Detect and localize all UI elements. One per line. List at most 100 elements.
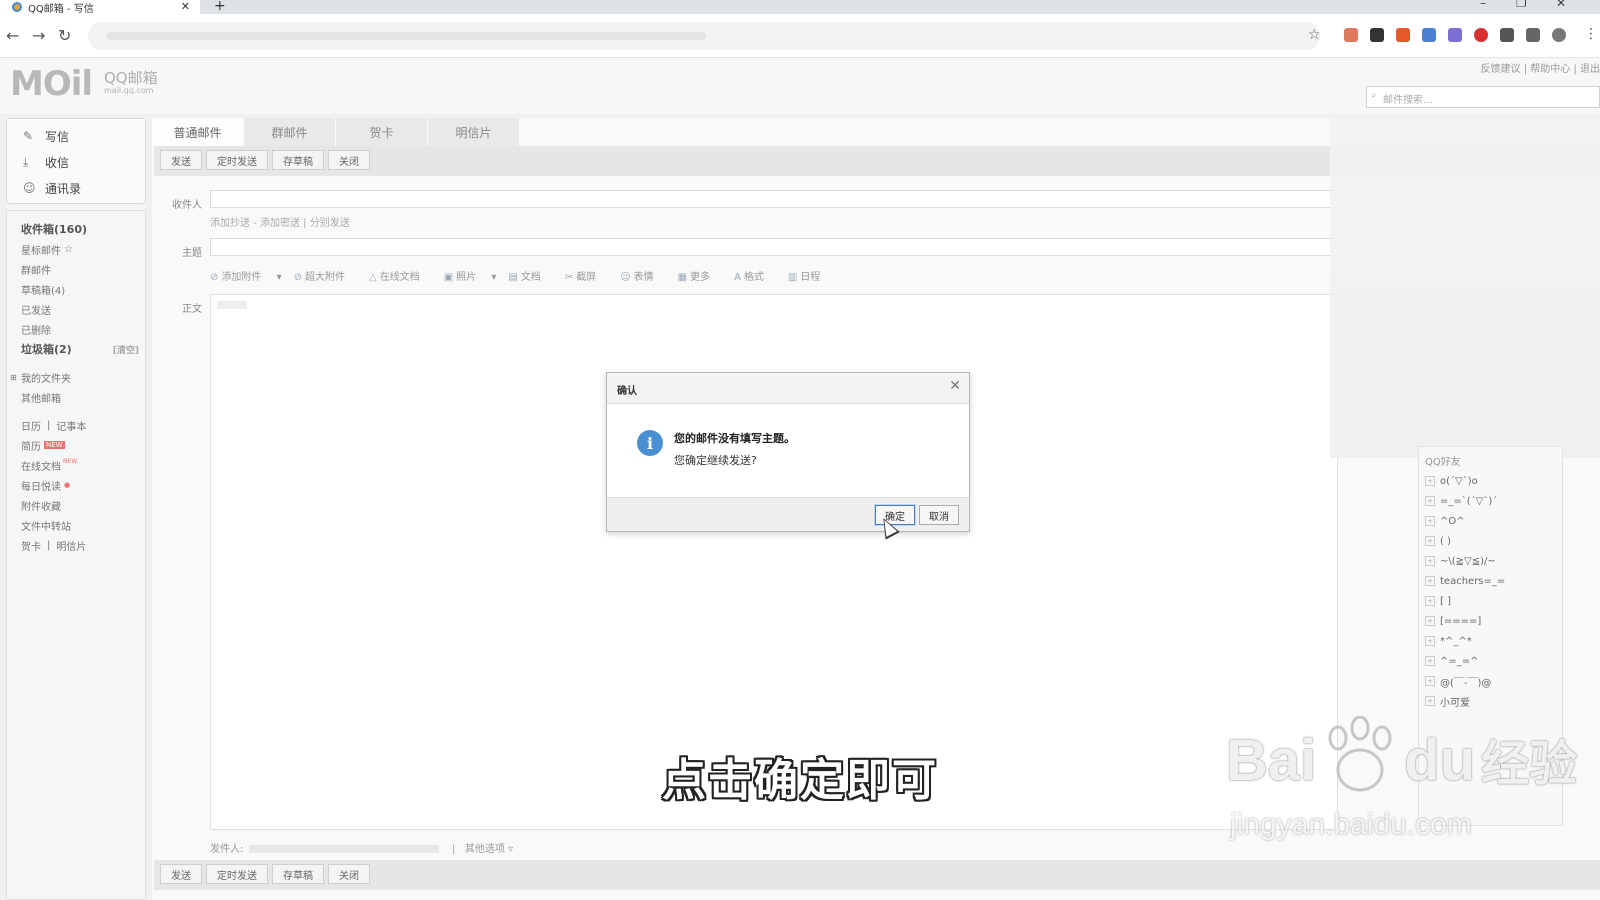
contacts-label: 通讯录: [45, 181, 82, 196]
profile-avatar-icon[interactable]: [1552, 28, 1566, 42]
folder-group[interactable]: 群邮件: [7, 259, 145, 279]
calendar-icon: ▥: [787, 272, 798, 283]
receive-link[interactable]: ⤓ 收信: [7, 149, 145, 175]
large-attachment-button[interactable]: ⊘ 超大附件: [294, 268, 357, 283]
dialog-close-icon[interactable]: ✕: [949, 378, 961, 394]
confirm-cancel-button[interactable]: 取消: [919, 505, 959, 525]
other-options-link[interactable]: | 其他选项 ▿: [452, 840, 513, 855]
format-button[interactable]: A 格式: [734, 268, 776, 283]
browser-menu-icon[interactable]: ⋮: [1584, 26, 1598, 42]
tab-postcard[interactable]: 明信片: [428, 118, 520, 146]
friend-group[interactable]: + 小可爱: [1419, 691, 1562, 711]
top-links[interactable]: 反馈建议 | 帮助中心 | 退出: [1481, 60, 1600, 75]
scheduled-send-button[interactable]: 定时发送: [206, 864, 268, 884]
attachments-link[interactable]: 附件收藏: [7, 495, 145, 515]
document-button[interactable]: ▤ 文档: [508, 268, 552, 283]
emoji-button[interactable]: ☺ 表情: [620, 268, 665, 283]
online-doc-button[interactable]: △ 在线文档: [369, 268, 432, 283]
tab-card[interactable]: 贺卡: [336, 118, 428, 146]
paperclip-icon: ⊘: [210, 272, 219, 283]
schedule-button[interactable]: ▥ 日程: [788, 268, 832, 283]
window-close-button[interactable]: ✕: [1556, 0, 1566, 10]
folder-other-mail[interactable]: 其他邮箱: [7, 387, 145, 407]
tab-close-icon[interactable]: ✕: [181, 0, 190, 13]
friend-group[interactable]: + ^=_=^: [1419, 651, 1562, 671]
expand-icon: +: [1425, 496, 1435, 506]
qqmail-logo[interactable]: MOil: [10, 64, 93, 104]
folder-inbox[interactable]: 收件箱(160): [7, 219, 145, 239]
puzzle-extensions-icon[interactable]: [1500, 28, 1514, 42]
friend-group[interactable]: + [====]: [1419, 611, 1562, 631]
dialog-title-bar: 确认 ✕: [607, 373, 969, 404]
friend-group-label: 小可爱: [1440, 697, 1470, 709]
window-minimize-button[interactable]: –: [1480, 0, 1486, 10]
extension-icon[interactable]: [1448, 28, 1462, 42]
to-field[interactable]: [210, 190, 1338, 208]
mail-search-input[interactable]: ⌕ 邮件搜索...: [1366, 86, 1600, 108]
save-draft-button[interactable]: 存草稿: [272, 864, 324, 884]
friend-group[interactable]: + o(ˊ▽ˋ)o: [1419, 471, 1562, 491]
watermark-du: du: [1404, 728, 1476, 793]
resume-link[interactable]: 简历 NEW: [7, 435, 145, 455]
folder-starred[interactable]: 星标邮件 ☆: [7, 239, 145, 259]
bookmark-star-icon[interactable]: ☆: [1308, 27, 1321, 43]
tab-normal-mail[interactable]: 普通邮件: [152, 118, 244, 146]
friend-group[interactable]: + ~\(≧▽≦)/~: [1419, 551, 1562, 571]
sender-address-blurred[interactable]: [249, 845, 440, 853]
dialog-body: i 您的邮件没有填写主题。 您确定继续发送?: [607, 404, 969, 497]
font-icon: A: [734, 272, 741, 283]
friend-group[interactable]: + [ ]: [1419, 591, 1562, 611]
reload-button[interactable]: ↻: [58, 26, 71, 45]
close-button[interactable]: 关闭: [328, 864, 370, 884]
folder-drafts[interactable]: 草稿箱(4): [7, 279, 145, 299]
send-button[interactable]: 发送: [160, 150, 202, 170]
calendar-link[interactable]: 日历: [21, 418, 41, 433]
add-attachment-button[interactable]: ⊘ 添加附件 ▾: [210, 268, 282, 283]
friend-group[interactable]: + ^O^: [1419, 511, 1562, 531]
extension-icon[interactable]: [1344, 28, 1358, 42]
send-button[interactable]: 发送: [160, 864, 202, 884]
extension-icon[interactable]: [1370, 28, 1384, 42]
friend-group[interactable]: + =_=ˋ(ˊ▽ˋ)ˊ: [1419, 491, 1562, 511]
confirm-dialog: 确认 ✕ i 您的邮件没有填写主题。 您确定继续发送? 确定 取消: [606, 372, 970, 532]
window-maximize-button[interactable]: ❐: [1516, 0, 1527, 10]
browser-tab[interactable]: QQ邮箱 - 写信 ✕: [0, 0, 200, 15]
friend-group[interactable]: + teachers=_=: [1419, 571, 1562, 591]
close-button[interactable]: 关闭: [328, 150, 370, 170]
screenshot-button[interactable]: ✂ 截屏: [565, 268, 608, 283]
card-link[interactable]: 贺卡: [21, 538, 41, 553]
contacts-link[interactable]: ☺ 通讯录: [7, 175, 145, 201]
drive-icon: △: [368, 272, 377, 283]
compose-link[interactable]: ✎ 写信: [7, 123, 145, 149]
new-tab-button[interactable]: +: [214, 0, 226, 14]
online-docs-link[interactable]: 在线文档 NEW: [7, 455, 145, 475]
friend-group-label: o(ˊ▽ˋ)o: [1440, 475, 1478, 487]
cc-links[interactable]: 添加抄送 - 添加密送 | 分别发送: [210, 214, 350, 229]
notebook-link[interactable]: 记事本: [56, 418, 86, 433]
postcard-link[interactable]: 明信片: [56, 538, 86, 553]
save-draft-button[interactable]: 存草稿: [272, 150, 324, 170]
friend-group[interactable]: + *^_^*: [1419, 631, 1562, 651]
forward-button[interactable]: →: [32, 26, 45, 45]
file-transfer-link[interactable]: 文件中转站: [7, 515, 145, 535]
reading-list-icon[interactable]: [1526, 28, 1540, 42]
more-button[interactable]: ▦ 更多: [678, 268, 722, 283]
clear-junk-link[interactable]: [清空]: [113, 343, 139, 356]
folder-sent[interactable]: 已发送: [7, 299, 145, 319]
address-bar[interactable]: [88, 22, 1320, 50]
tab-group-mail[interactable]: 群邮件: [244, 118, 336, 146]
subject-field[interactable]: [210, 238, 1338, 256]
office-extension-icon[interactable]: [1396, 28, 1410, 42]
watermark-url: jingyan.baidu.com: [1230, 808, 1472, 841]
translate-extension-icon[interactable]: [1422, 28, 1436, 42]
photo-button[interactable]: ▣ 照片 ▾: [444, 268, 497, 283]
friend-group[interactable]: + @(￣-￣)@: [1419, 671, 1562, 691]
scheduled-send-button[interactable]: 定时发送: [206, 150, 268, 170]
folder-junk[interactable]: 垃圾箱(2) [清空]: [7, 339, 145, 359]
folder-my-folders[interactable]: ⊞ 我的文件夹: [7, 367, 145, 387]
friend-group[interactable]: + ( ): [1419, 531, 1562, 551]
extension-badge-icon[interactable]: [1474, 28, 1488, 42]
daily-read-link[interactable]: 每日悦读 ●: [7, 475, 145, 495]
folder-deleted[interactable]: 已删除: [7, 319, 145, 339]
back-button[interactable]: ←: [6, 26, 19, 45]
